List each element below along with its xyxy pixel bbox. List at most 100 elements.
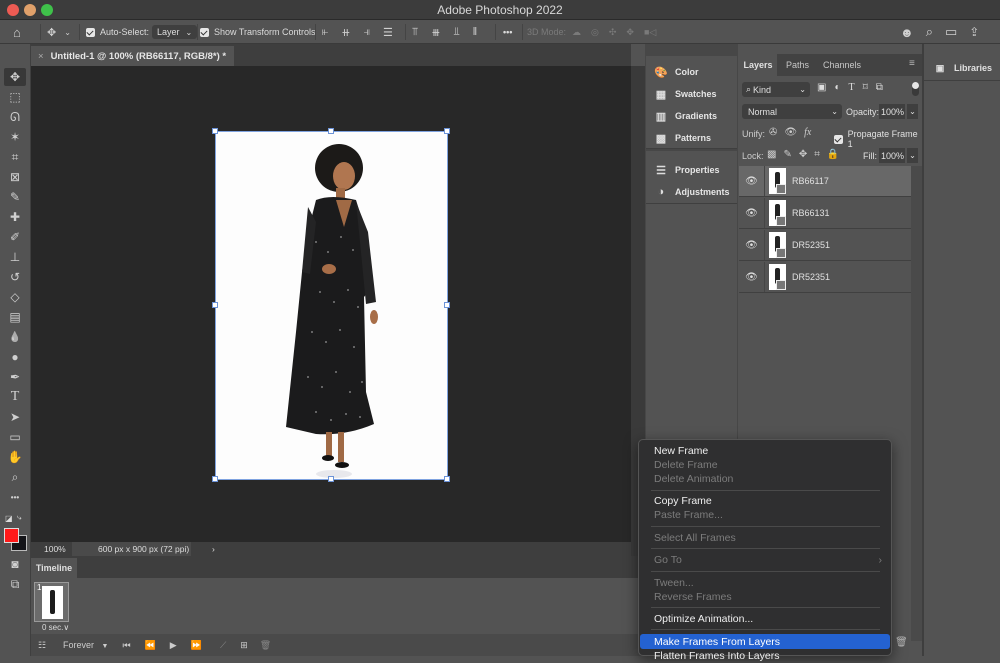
layer-name[interactable]: DR52351 — [792, 272, 830, 282]
menu-item-make-frames-from-layers[interactable]: Make Frames From Layers — [640, 634, 890, 649]
hand-tool[interactable]: ✋ — [4, 448, 26, 466]
opacity-input[interactable]: 100% — [879, 104, 905, 119]
type-tool[interactable]: T — [4, 388, 26, 406]
transform-handle-right[interactable] — [444, 302, 450, 308]
filter-smart-object-icon[interactable]: ⧉ — [876, 82, 883, 93]
crop-tool[interactable]: ⌗ — [4, 148, 26, 166]
default-colors-icon[interactable]: ◪ — [5, 514, 13, 523]
foreground-color-swatch[interactable] — [4, 528, 19, 543]
menu-item-go-to[interactable]: Go To › — [640, 553, 890, 567]
panel-gradients-button[interactable]: ▥ Gradients — [653, 106, 717, 126]
filter-pixel-icon[interactable]: ▣ — [817, 82, 826, 93]
layer-row[interactable]: 👁 DR52351 — [739, 262, 911, 293]
distribute-horizontal-icon[interactable]: ‖ — [473, 26, 478, 38]
layer-name[interactable]: RB66117 — [792, 176, 829, 186]
eyedropper-tool[interactable]: ✎ — [4, 188, 26, 206]
show-transform-controls-checkbox[interactable]: Show Transform Controls — [200, 20, 316, 44]
clone-stamp-tool[interactable]: ⊥ — [4, 248, 26, 266]
opacity-slider-button[interactable]: ⌄ — [907, 104, 918, 119]
previous-frame-button[interactable]: ⏪ — [145, 640, 156, 651]
screen-mode-button[interactable]: ⧉ — [4, 575, 26, 593]
panel-libraries-button[interactable]: ▣ Libraries — [924, 56, 1000, 81]
layer-name[interactable]: DR52351 — [792, 240, 830, 250]
transform-handle-top-right[interactable] — [444, 128, 450, 134]
menu-item-reverse-frames[interactable]: Reverse Frames — [640, 590, 890, 604]
more-options-button[interactable]: ••• — [503, 20, 512, 44]
eraser-tool[interactable]: ◇ — [4, 288, 26, 306]
align-right-icon[interactable]: ⫣ — [363, 26, 370, 39]
convert-to-video-timeline-icon[interactable]: ☷ — [31, 640, 53, 651]
align-bottom-icon[interactable]: ⫫ — [453, 26, 459, 39]
panel-adjustments-button[interactable]: ◑ Adjustments — [653, 182, 730, 202]
filter-kind-dropdown[interactable]: ⌕ Kind ⌄ — [742, 82, 810, 97]
auto-select-target-dropdown[interactable]: Layer ⌄ — [152, 20, 198, 44]
panel-patterns-button[interactable]: ▩ Patterns — [653, 128, 711, 148]
visibility-eye-icon[interactable]: 👁 — [739, 262, 765, 292]
menu-item-copy-frame[interactable]: Copy Frame — [640, 494, 890, 508]
quick-mask-button[interactable]: ◙ — [4, 555, 26, 573]
rectangle-tool[interactable]: ▭ — [4, 428, 26, 446]
panel-properties-button[interactable]: ☰ Properties — [653, 160, 719, 180]
move-tool-preset-button[interactable]: ✥ ⌄ — [47, 20, 71, 44]
layer-row[interactable]: 👁 RB66131 — [739, 198, 911, 229]
marquee-tool[interactable]: ⬚ — [4, 88, 26, 106]
menu-item-delete-animation[interactable]: Delete Animation — [640, 472, 890, 486]
blend-mode-dropdown[interactable]: Normal ⌄ — [742, 104, 842, 119]
distribute-vertical-icon[interactable]: ☰ — [383, 26, 393, 39]
scale-3d-icon[interactable]: ■◁ — [644, 27, 656, 38]
zoom-tool[interactable]: ⌕ — [4, 468, 26, 486]
delete-frame-button[interactable]: 🗑 — [260, 640, 271, 651]
edit-toolbar-button[interactable]: ••• — [4, 488, 26, 506]
play-button[interactable]: ▶ — [170, 640, 177, 651]
lock-position-icon[interactable]: ✥ — [799, 149, 807, 160]
filter-toggle[interactable] — [912, 82, 919, 96]
path-selection-tool[interactable]: ➤ — [4, 408, 26, 426]
transform-handle-bottom-right[interactable] — [444, 476, 450, 482]
lock-pixels-icon[interactable]: ✎ — [783, 149, 791, 160]
filter-shape-icon[interactable]: ⌑ — [863, 82, 868, 93]
tween-button[interactable]: ⟋ — [220, 640, 226, 651]
search-icon[interactable]: ⌕ — [926, 24, 933, 40]
document-info-menu-arrow[interactable]: › — [212, 544, 215, 554]
workspace-icon[interactable]: ▭ — [945, 24, 957, 40]
menu-item-select-all-frames[interactable]: Select All Frames — [640, 531, 890, 545]
fill-slider-button[interactable]: ⌄ — [907, 148, 918, 163]
menu-item-flatten-frames-into-layers[interactable]: Flatten Frames Into Layers — [640, 649, 890, 663]
frame-delay-dropdown[interactable]: 0 sec.∨ — [42, 623, 69, 632]
blur-tool[interactable]: 💧 — [4, 328, 26, 346]
close-tab-icon[interactable]: × — [38, 51, 44, 62]
tab-channels[interactable]: Channels — [823, 60, 861, 70]
roll-3d-icon[interactable]: ◎ — [591, 27, 599, 38]
gradient-tool[interactable]: ▤ — [4, 308, 26, 326]
menu-item-optimize-animation[interactable]: Optimize Animation... — [640, 612, 890, 626]
layer-row[interactable]: 👁 DR52351 — [739, 230, 911, 261]
pen-tool[interactable]: ✒ — [4, 368, 26, 386]
history-brush-tool[interactable]: ↺ — [4, 268, 26, 286]
move-tool[interactable]: ✥ — [4, 68, 26, 86]
lock-all-icon[interactable]: 🔒 — [827, 149, 839, 160]
layer-row-selected[interactable]: 👁 RB66117 — [739, 166, 911, 197]
duplicate-frame-button[interactable]: ⊞ — [240, 640, 248, 651]
filter-adjustment-icon[interactable]: ◐ — [834, 82, 840, 93]
zoom-level[interactable]: 100% — [44, 544, 66, 554]
transform-handle-bottom-left[interactable] — [212, 476, 218, 482]
home-button[interactable]: ⌂ — [13, 20, 21, 44]
filter-type-icon[interactable]: T — [849, 82, 855, 93]
frame-tool[interactable]: ⊠ — [4, 168, 26, 186]
panel-menu-icon[interactable]: ≡ — [909, 58, 915, 69]
menu-item-tween[interactable]: Tween... — [640, 576, 890, 590]
menu-item-delete-frame[interactable]: Delete Frame — [640, 458, 890, 472]
pan-3d-icon[interactable]: ✣ — [609, 27, 617, 38]
auto-select-checkbox[interactable]: Auto-Select: — [86, 20, 149, 44]
document-canvas-image[interactable] — [212, 128, 450, 482]
align-vertical-center-icon[interactable]: ⧻ — [431, 26, 440, 39]
orbit-3d-icon[interactable]: ☁ — [572, 27, 581, 38]
unify-visibility-icon[interactable]: 👁 — [784, 127, 797, 138]
slide-3d-icon[interactable]: ✥ — [626, 27, 634, 38]
magic-wand-tool[interactable]: ✶ — [4, 128, 26, 146]
loop-options-dropdown[interactable]: Forever ▼ — [63, 640, 108, 650]
propagate-frame-checkbox[interactable]: Propagate Frame 1 — [834, 129, 922, 149]
visibility-eye-icon[interactable]: 👁 — [739, 198, 765, 228]
healing-brush-tool[interactable]: ✚ — [4, 208, 26, 226]
unify-position-icon[interactable]: ✇ — [769, 127, 777, 138]
